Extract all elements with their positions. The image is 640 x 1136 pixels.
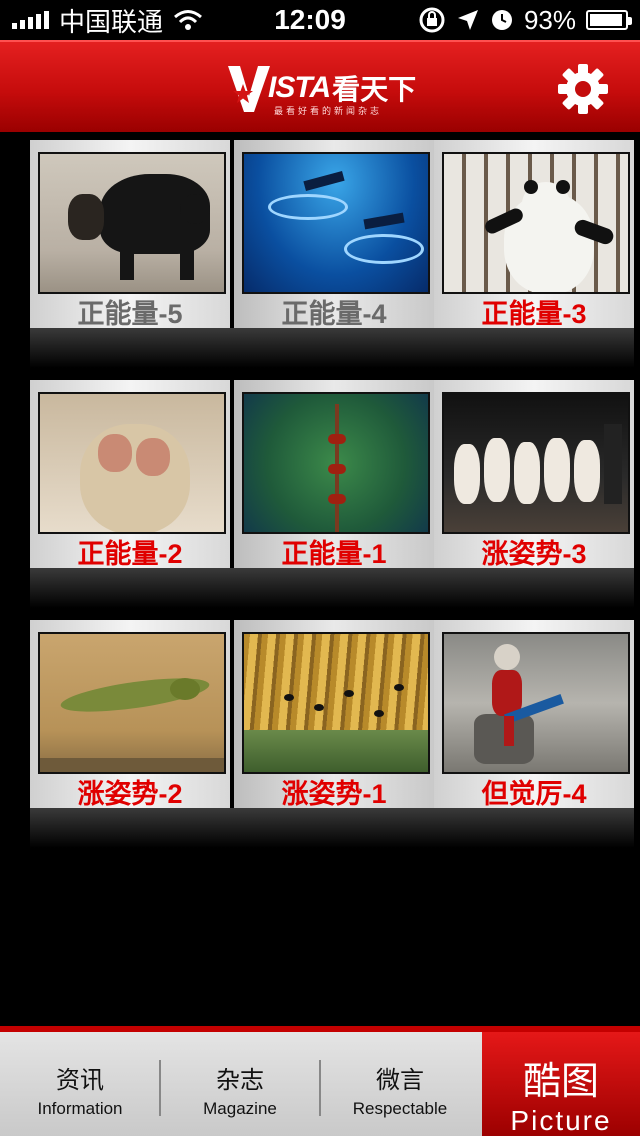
app-header: ISTA 看天下 最看好看的新闻杂志 bbox=[0, 40, 640, 132]
shelf-shadow bbox=[30, 808, 634, 848]
carrier-name: 中国联通 bbox=[59, 6, 164, 37]
monkey-guitar-photo bbox=[442, 632, 630, 774]
status-right: 93% bbox=[398, 4, 632, 36]
snow-monkeys-photo bbox=[38, 392, 226, 534]
logo-subtitle: 最看好看的新闻杂志 bbox=[274, 106, 383, 116]
gallery-item-label: 正能量-2 bbox=[77, 539, 183, 569]
gallery-item-label: 涨姿势-3 bbox=[481, 539, 587, 569]
gallery-item[interactable]: 正能量-5 bbox=[30, 140, 230, 330]
poodles-photo bbox=[442, 392, 630, 534]
gallery-item-label: 正能量-4 bbox=[281, 299, 387, 329]
settings-gear-icon[interactable] bbox=[556, 62, 610, 116]
battery-percent: 93% bbox=[523, 4, 576, 35]
shelf-shadow bbox=[30, 328, 634, 368]
logo-cn: 看天下 bbox=[332, 74, 417, 105]
gallery-item[interactable]: 正能量-1 bbox=[234, 380, 434, 570]
gallery-item[interactable]: 正能量-4 bbox=[234, 140, 434, 330]
tab-label-en: Magazine bbox=[203, 1099, 277, 1118]
logo-v-mark bbox=[228, 66, 270, 112]
bear-photo bbox=[38, 152, 226, 294]
battery-icon bbox=[586, 10, 632, 30]
location-icon bbox=[457, 10, 478, 30]
gallery-item-label: 正能量-1 bbox=[281, 539, 387, 569]
tab-label-en: Picture bbox=[510, 1105, 612, 1136]
frog-photo bbox=[38, 632, 226, 774]
gallery-item-label: 涨姿势-1 bbox=[281, 779, 387, 809]
gallery-item-label: 正能量-3 bbox=[481, 299, 587, 329]
ants-photo bbox=[242, 392, 430, 534]
rotation-lock-icon bbox=[419, 7, 445, 33]
tab-respectable[interactable]: 微言 Respectable bbox=[320, 1032, 480, 1136]
tab-picture[interactable]: 酷图 Picture bbox=[482, 1032, 640, 1136]
gallery-item[interactable]: 正能量-3 bbox=[434, 140, 634, 330]
gallery-row: 涨姿势-2 涨姿势-1 但觉厉-4 bbox=[30, 620, 634, 848]
tab-label-en: Information bbox=[37, 1099, 123, 1118]
shelf-shadow bbox=[30, 568, 634, 608]
tab-information[interactable]: 资讯 Information bbox=[0, 1032, 160, 1136]
alarm-icon bbox=[491, 10, 512, 30]
tab-label-cn: 杂志 bbox=[216, 1067, 264, 1094]
gallery-item-label: 但觉厉-4 bbox=[481, 779, 587, 809]
logo-text: ISTA bbox=[268, 71, 331, 104]
divers-photo bbox=[242, 152, 430, 294]
signal-icon bbox=[12, 11, 49, 29]
clock: 12:09 bbox=[274, 4, 346, 35]
tab-label-en: Respectable bbox=[352, 1099, 448, 1118]
bottom-tab-bar: 资讯 Information 杂志 Magazine 微言 Respectabl… bbox=[0, 1026, 640, 1136]
gallery-item[interactable]: 但觉厉-4 bbox=[434, 620, 634, 810]
status-left: 中国联通 bbox=[12, 2, 222, 39]
gallery-row: 正能量-2 正能量-1 涨姿势-3 bbox=[30, 380, 634, 608]
battery-fill bbox=[590, 14, 622, 26]
status-bar: 中国联通 12:09 93% bbox=[0, 0, 640, 40]
gallery-item-label: 正能量-5 bbox=[77, 299, 183, 329]
gallery-item[interactable]: 涨姿势-3 bbox=[434, 380, 634, 570]
wifi-icon bbox=[174, 10, 202, 30]
gallery-item[interactable]: 涨姿势-2 bbox=[30, 620, 230, 810]
gallery-row: 正能量-5 正能量-4 正能量-3 bbox=[30, 140, 634, 368]
tab-magazine[interactable]: 杂志 Magazine bbox=[160, 1032, 320, 1136]
tab-label-cn: 资讯 bbox=[56, 1067, 104, 1094]
gallery-item-label: 涨姿势-2 bbox=[77, 779, 183, 809]
tadpoles-photo bbox=[242, 632, 430, 774]
panda-photo bbox=[442, 152, 630, 294]
vista-logo: ISTA 看天下 最看好看的新闻杂志 bbox=[226, 60, 416, 116]
gallery-item[interactable]: 涨姿势-1 bbox=[234, 620, 434, 810]
gallery-item[interactable]: 正能量-2 bbox=[30, 380, 230, 570]
tab-label-cn: 酷图 bbox=[522, 1061, 599, 1103]
tab-label-cn: 微言 bbox=[376, 1067, 424, 1094]
